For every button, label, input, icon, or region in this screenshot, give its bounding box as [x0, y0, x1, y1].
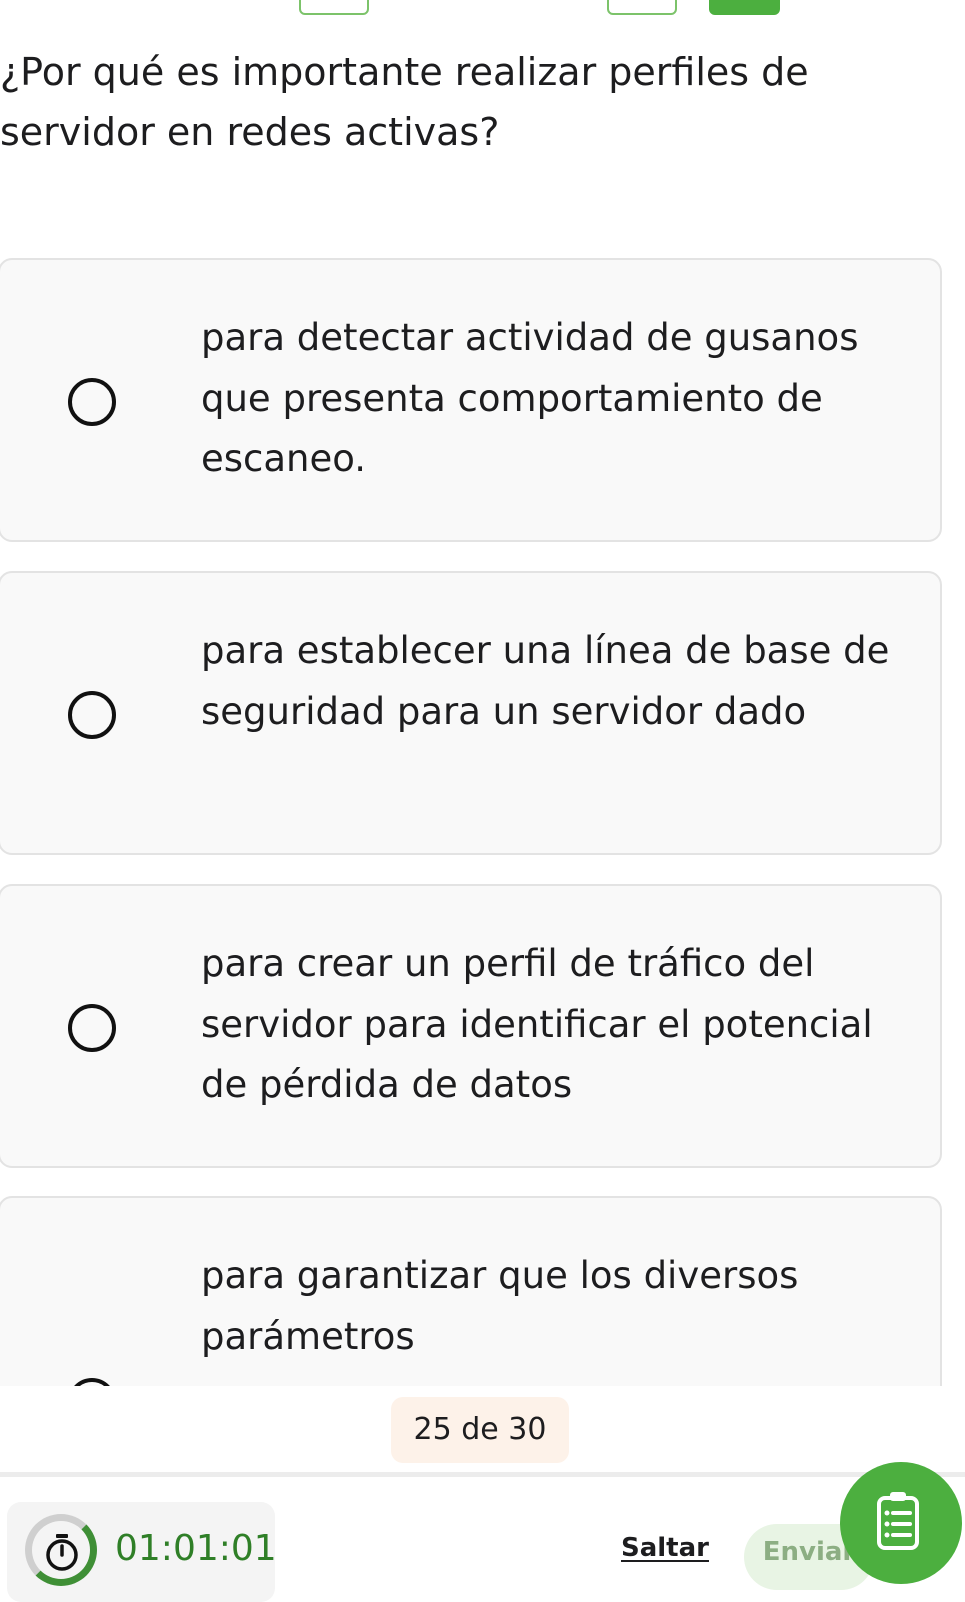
question-list-button[interactable] [840, 1462, 962, 1584]
answer-option-text: para crear un perfil de tráfico del serv… [201, 942, 873, 1106]
radio-button[interactable] [68, 1004, 116, 1052]
radio-button[interactable] [68, 378, 116, 426]
question-text: ¿Por qué es importante realizar perfiles… [0, 50, 809, 154]
timer-value: 01:01:01 [115, 1528, 277, 1569]
timer-progress-ring [25, 1514, 97, 1586]
answer-option-3[interactable]: para crear un perfil de tráfico del serv… [0, 884, 942, 1168]
radio-button[interactable] [68, 691, 116, 739]
checklist-icon [877, 1492, 919, 1550]
answer-option-2[interactable]: para establecer una línea de base de seg… [0, 571, 942, 855]
answer-option-4[interactable]: para garantizar que los diversos parámet… [0, 1196, 942, 1386]
stopwatch-icon [46, 1534, 78, 1571]
answer-option-text: para garantizar que los diversos parámet… [201, 1254, 799, 1358]
answer-option-text: para detectar actividad de gusanos que p… [201, 316, 859, 480]
timer: 01:01:01 [7, 1502, 277, 1602]
footer-divider [0, 1472, 965, 1477]
question-progress-badge: 25 de 30 [391, 1397, 569, 1463]
radio-button[interactable] [68, 1378, 116, 1386]
question-nav-tile[interactable] [607, 0, 677, 15]
question-content: ¿Por qué es importante realizar perfiles… [0, 0, 965, 1386]
answer-option-1[interactable]: para detectar actividad de gusanos que p… [0, 258, 942, 542]
question-nav-tile[interactable] [299, 0, 369, 15]
answer-option-text: para establecer una línea de base de seg… [201, 629, 890, 733]
skip-button[interactable]: Saltar [621, 1533, 709, 1563]
question-nav-tile-current[interactable] [709, 0, 780, 15]
